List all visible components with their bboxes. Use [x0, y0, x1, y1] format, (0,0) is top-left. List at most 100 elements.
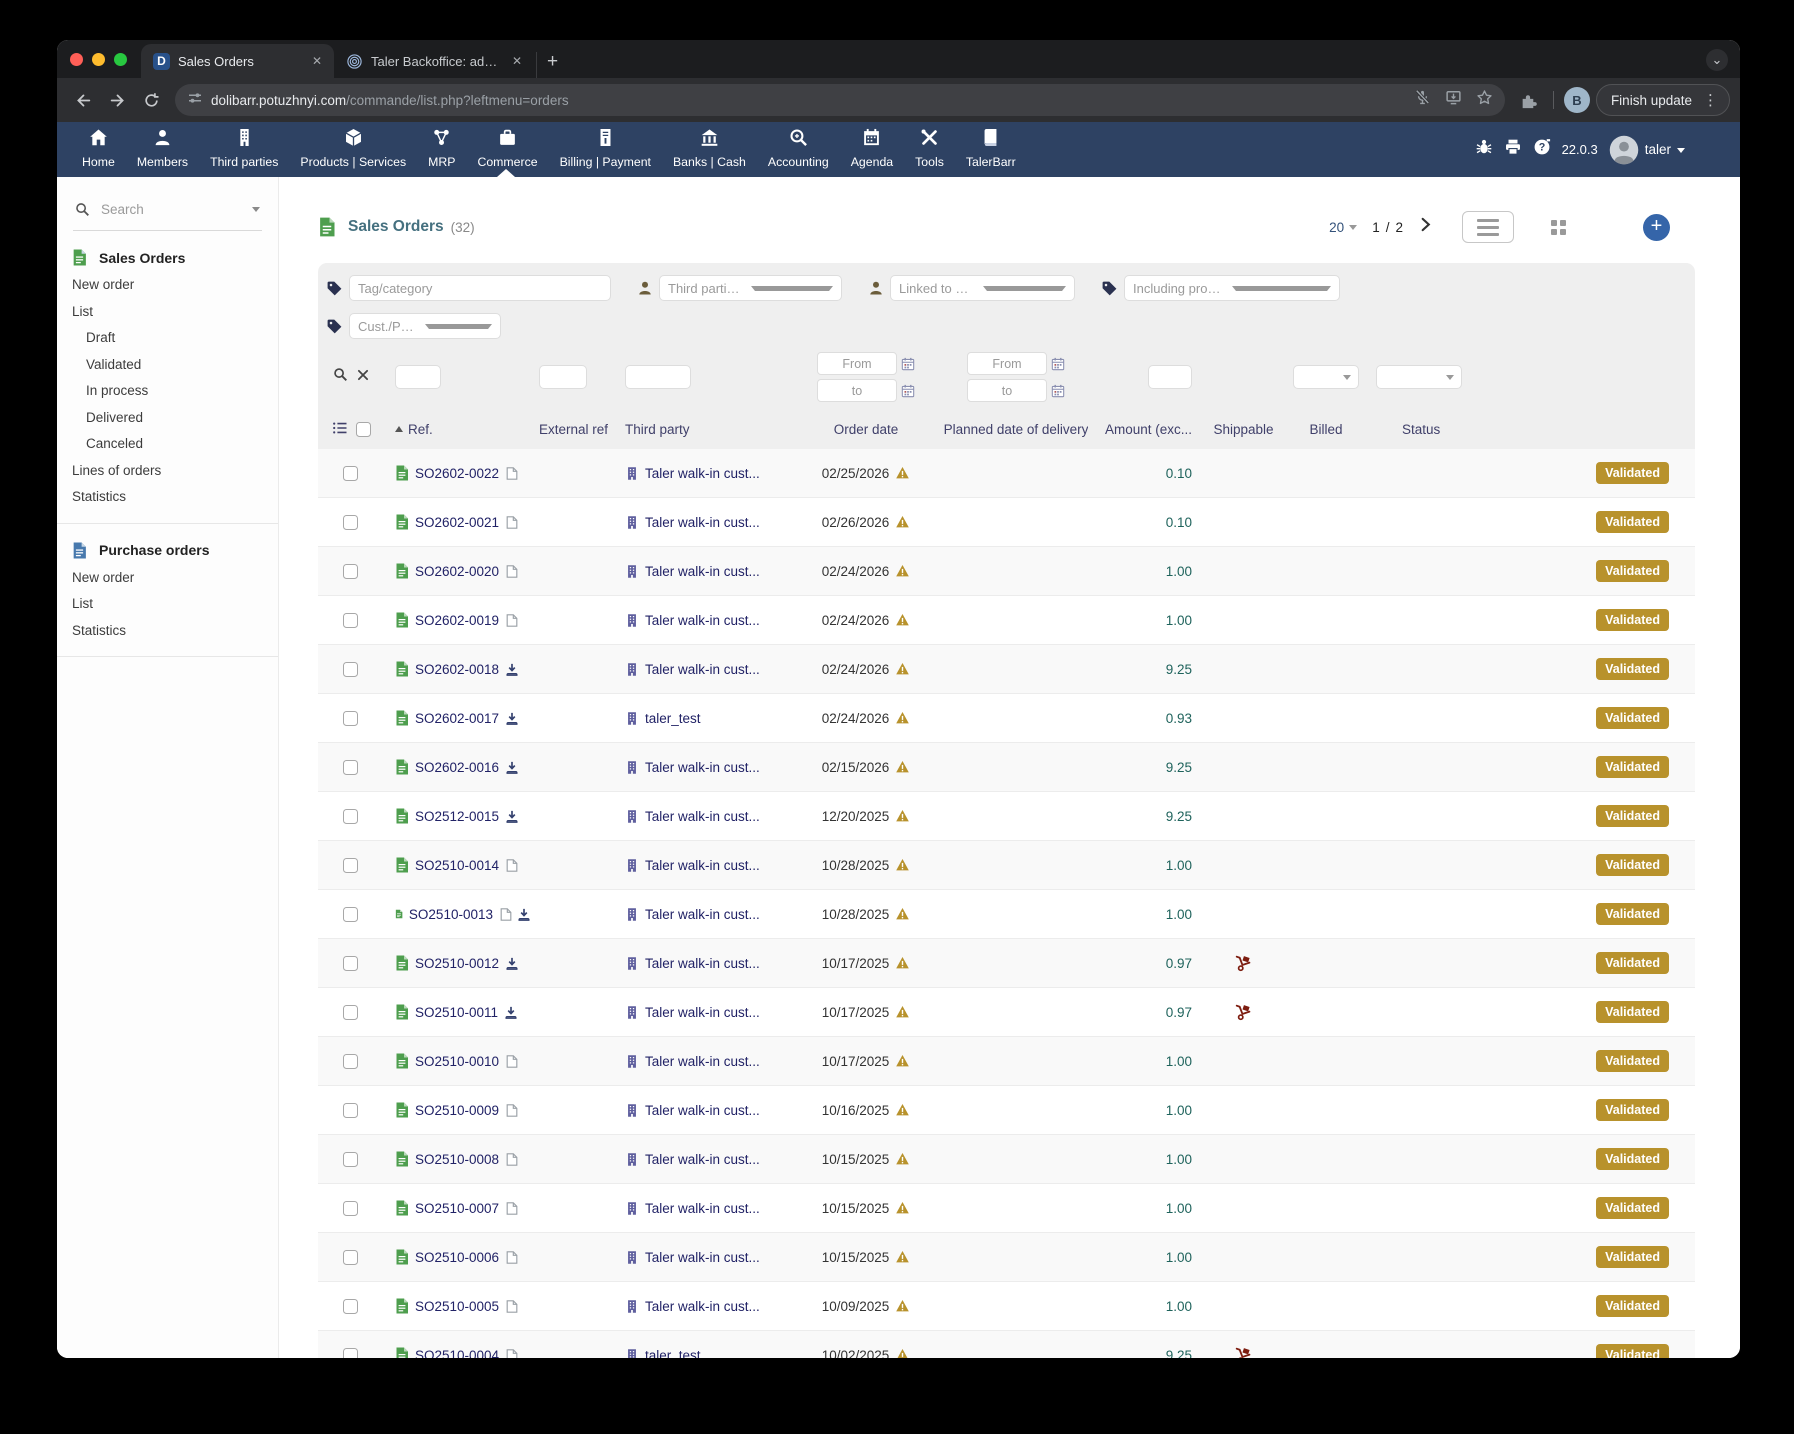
- third-party-link[interactable]: taler_test: [645, 1348, 701, 1359]
- tab-search-button[interactable]: ⌄: [1706, 49, 1728, 71]
- order-ref-link[interactable]: SO2602-0017: [415, 711, 499, 726]
- row-checkbox[interactable]: [343, 1250, 358, 1265]
- row-checkbox[interactable]: [343, 760, 358, 775]
- help-icon[interactable]: ?: [1533, 138, 1551, 161]
- third-party-link[interactable]: Taler walk-in cust...: [645, 858, 760, 873]
- order-ref-link[interactable]: SO2510-0013: [409, 907, 493, 922]
- reload-button[interactable]: [137, 86, 165, 114]
- nav-item-tools[interactable]: Tools: [904, 124, 955, 175]
- calendar-icon[interactable]: [1051, 357, 1065, 371]
- apply-search-icon[interactable]: [333, 367, 348, 387]
- select-all-checkbox[interactable]: [356, 422, 371, 437]
- finish-update-button[interactable]: Finish update ⋮: [1596, 84, 1730, 116]
- column-header-external-ref[interactable]: External ref: [531, 422, 616, 437]
- grid-view-button[interactable]: [1551, 220, 1566, 235]
- third-party-link[interactable]: Taler walk-in cust...: [645, 760, 760, 775]
- order-ref-link[interactable]: SO2602-0022: [415, 466, 499, 481]
- nav-item-members[interactable]: Members: [126, 124, 199, 175]
- column-header-ref[interactable]: Ref.: [376, 422, 531, 437]
- zoom-window-button[interactable]: [114, 53, 127, 66]
- order-ref-link[interactable]: SO2602-0021: [415, 515, 499, 530]
- row-checkbox[interactable]: [343, 711, 358, 726]
- nav-item-accounting[interactable]: Accounting: [757, 124, 840, 175]
- search-billed-select[interactable]: [1293, 365, 1359, 389]
- order-ref-link[interactable]: SO2510-0008: [415, 1152, 499, 1167]
- order-ref-link[interactable]: SO2602-0016: [415, 760, 499, 775]
- create-order-button[interactable]: +: [1643, 214, 1670, 241]
- third-party-link[interactable]: Taler walk-in cust...: [645, 1054, 760, 1069]
- row-checkbox[interactable]: [343, 956, 358, 971]
- extensions-icon[interactable]: [1515, 86, 1543, 114]
- order-ref-link[interactable]: SO2510-0007: [415, 1201, 499, 1216]
- sidebar-item-list[interactable]: List: [57, 299, 278, 326]
- install-app-icon[interactable]: [1445, 89, 1462, 111]
- third-party-link[interactable]: taler_test: [645, 711, 701, 726]
- third-party-link[interactable]: Taler walk-in cust...: [645, 515, 760, 530]
- column-header-amount-exc[interactable]: Amount (exc...: [1096, 422, 1201, 437]
- browser-tab-sales-orders[interactable]: D Sales Orders ✕: [141, 44, 334, 78]
- planned-date-from-input[interactable]: [967, 352, 1047, 375]
- row-checkbox[interactable]: [343, 515, 358, 530]
- third-party-link[interactable]: Taler walk-in cust...: [645, 1299, 760, 1314]
- order-date-to-input[interactable]: [817, 379, 897, 402]
- order-ref-link[interactable]: SO2510-0005: [415, 1299, 499, 1314]
- sidebar-item-validated[interactable]: Validated: [57, 352, 278, 379]
- bug-report-icon[interactable]: [1475, 138, 1493, 161]
- row-checkbox[interactable]: [343, 613, 358, 628]
- nav-item-talerbarr[interactable]: TalerBarr: [955, 124, 1027, 175]
- search-amount-input[interactable]: [1148, 365, 1192, 389]
- third-party-sales-rep-select[interactable]: Third parties with sales rep ...: [659, 275, 842, 301]
- user-menu[interactable]: taler: [1609, 135, 1685, 165]
- third-party-link[interactable]: Taler walk-in cust...: [645, 613, 760, 628]
- search-third-party-input[interactable]: [625, 365, 691, 389]
- nav-item-third-parties[interactable]: Third parties: [199, 124, 289, 175]
- order-ref-link[interactable]: SO2510-0011: [415, 1005, 498, 1020]
- row-checkbox[interactable]: [343, 1348, 358, 1359]
- minimize-window-button[interactable]: [92, 53, 105, 66]
- row-checkbox[interactable]: [343, 466, 358, 481]
- nav-item-commerce[interactable]: Commerce: [466, 124, 548, 175]
- row-checkbox[interactable]: [343, 1005, 358, 1020]
- order-ref-link[interactable]: SO2510-0009: [415, 1103, 499, 1118]
- close-window-button[interactable]: [70, 53, 83, 66]
- third-party-link[interactable]: Taler walk-in cust...: [645, 1201, 760, 1216]
- forward-button[interactable]: [103, 86, 131, 114]
- order-ref-link[interactable]: SO2602-0020: [415, 564, 499, 579]
- page-size-select[interactable]: 20: [1329, 220, 1357, 235]
- search-ref-input[interactable]: [395, 365, 441, 389]
- list-view-button[interactable]: [1462, 211, 1514, 243]
- row-checkbox[interactable]: [343, 1299, 358, 1314]
- order-ref-link[interactable]: SO2510-0010: [415, 1054, 499, 1069]
- nav-item-home[interactable]: Home: [71, 124, 126, 175]
- nav-item-mrp[interactable]: MRP: [417, 124, 466, 175]
- column-header-billed[interactable]: Billed: [1286, 422, 1366, 437]
- order-ref-link[interactable]: SO2602-0018: [415, 662, 499, 677]
- row-checkbox[interactable]: [343, 1201, 358, 1216]
- order-ref-link[interactable]: SO2510-0006: [415, 1250, 499, 1265]
- third-party-link[interactable]: Taler walk-in cust...: [645, 907, 760, 922]
- new-tab-button[interactable]: +: [536, 52, 570, 78]
- row-checkbox[interactable]: [343, 809, 358, 824]
- order-date-from-input[interactable]: [817, 352, 897, 375]
- nav-item-agenda[interactable]: Agenda: [840, 124, 904, 175]
- mic-blocked-icon[interactable]: [1414, 89, 1431, 111]
- sidebar-item-statistics[interactable]: Statistics: [57, 484, 278, 511]
- linked-user-select[interactable]: Linked to a particular user ...: [890, 275, 1075, 301]
- sidebar-search[interactable]: [73, 197, 262, 231]
- row-checkbox[interactable]: [343, 1152, 358, 1167]
- third-party-link[interactable]: Taler walk-in cust...: [645, 564, 760, 579]
- including-products-select[interactable]: Including products/services with...: [1124, 275, 1340, 301]
- row-checkbox[interactable]: [343, 1054, 358, 1069]
- row-checkbox[interactable]: [343, 662, 358, 677]
- order-ref-link[interactable]: SO2512-0015: [415, 809, 499, 824]
- calendar-icon[interactable]: [901, 357, 915, 371]
- nav-item-banks-cash[interactable]: Banks | Cash: [662, 124, 757, 175]
- browser-menu-icon[interactable]: ⋮: [1700, 91, 1721, 109]
- address-bar[interactable]: dolibarr.potuzhnyi.com/commande/list.php…: [175, 84, 1505, 116]
- sidebar-section-title[interactable]: Purchase orders: [57, 536, 278, 565]
- third-party-link[interactable]: Taler walk-in cust...: [645, 956, 760, 971]
- calendar-icon[interactable]: [1051, 384, 1065, 398]
- nav-item-billing-payment[interactable]: Billing | Payment: [549, 124, 662, 175]
- third-party-link[interactable]: Taler walk-in cust...: [645, 1152, 760, 1167]
- browser-tab-taler-backoffice[interactable]: Taler Backoffice: admin: Orde ✕: [334, 44, 534, 78]
